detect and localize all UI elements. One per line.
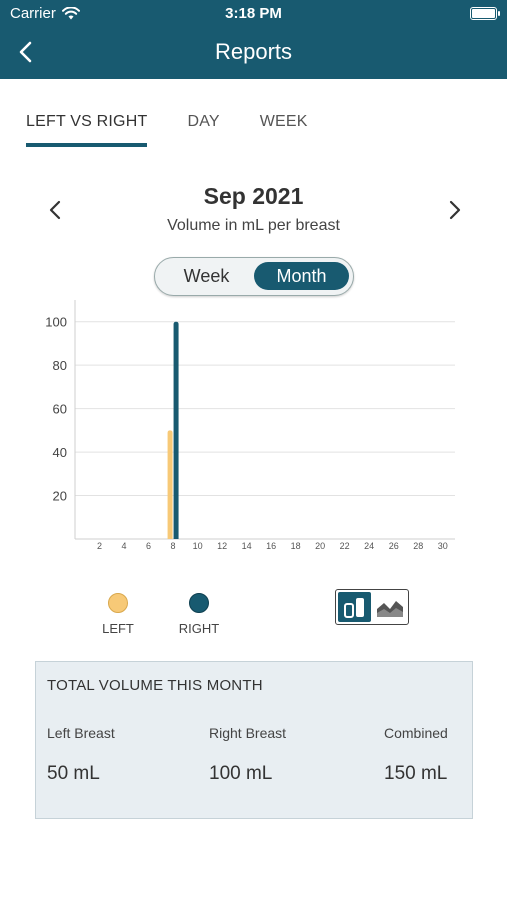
monthly-summary-card: TOTAL VOLUME THIS MONTH Left Breast 50 m… [35, 661, 473, 819]
x-tick-label: 2 [97, 541, 102, 551]
left-breast-value: 50 mL [47, 763, 100, 784]
right-breast-value: 100 mL [209, 763, 273, 784]
bar-right [173, 321, 179, 539]
combined-label: Combined [384, 725, 448, 741]
combined-total: Combined 150 mL [384, 725, 448, 785]
x-tick-label: 24 [364, 541, 374, 551]
x-tick-label: 22 [340, 541, 350, 551]
legend-right-label: RIGHT [178, 621, 220, 636]
nav-bar: Reports [0, 30, 507, 75]
x-tick-label: 14 [242, 541, 252, 551]
left-breast-total: Left Breast 50 mL [47, 725, 115, 785]
legend-left-label: LEFT [102, 621, 134, 636]
area-chart-option[interactable] [373, 592, 406, 622]
period-navigator: Sep 2021 Volume in mL per breast [0, 180, 507, 240]
legend-left: LEFT [93, 593, 143, 636]
next-month-button[interactable] [444, 197, 464, 223]
chart-type-toggle [335, 589, 409, 625]
y-tick-label: 40 [53, 445, 67, 460]
range-toggle: Week Month [154, 257, 354, 296]
legend-right: RIGHT [164, 593, 234, 636]
chevron-right-icon [449, 200, 461, 220]
volume-bar-chart: 204060801002 4 6 8 10 12 14 16 18 20 22 24 26 28 30 [45, 300, 455, 551]
y-tick-label: 60 [53, 402, 67, 417]
top-bar: Carrier 3:18 PM Reports [0, 0, 507, 79]
tab-left-vs-right[interactable]: LEFT VS RIGHT [26, 111, 148, 147]
area-chart-icon [376, 601, 403, 617]
status-bar: Carrier 3:18 PM [0, 0, 507, 28]
y-tick-label: 80 [53, 358, 67, 373]
status-time: 3:18 PM [225, 5, 282, 22]
right-breast-label: Right Breast [209, 725, 287, 741]
chart-subtitle: Volume in mL per breast [167, 217, 340, 234]
x-tick-label: 20 [315, 541, 325, 551]
x-tick-label: 18 [291, 541, 301, 551]
x-tick-label: 4 [122, 541, 127, 551]
right-breast-total: Right Breast 100 mL [209, 725, 286, 785]
report-tabs: LEFT VS RIGHT DAY WEEK [26, 111, 348, 151]
bar-chart-icon [343, 598, 364, 618]
x-tick-label: 6 [146, 541, 151, 551]
x-tick-label: 12 [217, 541, 227, 551]
right-swatch [189, 593, 209, 613]
x-tick-label: 16 [266, 541, 276, 551]
combined-value: 150 mL [384, 763, 448, 784]
bar-chart-option[interactable] [338, 592, 371, 622]
x-tick-label: 30 [438, 541, 448, 551]
battery-icon [470, 7, 500, 20]
month-option[interactable]: Month [254, 262, 349, 290]
bar-left [167, 430, 173, 539]
week-option[interactable]: Week [159, 262, 254, 290]
left-swatch [108, 593, 128, 613]
x-tick-label: 8 [171, 541, 176, 551]
chart-legend: LEFT RIGHT [0, 593, 507, 643]
x-tick-label: 26 [389, 541, 399, 551]
tab-week[interactable]: WEEK [260, 111, 308, 147]
tab-day[interactable]: DAY [187, 111, 219, 147]
summary-heading: TOTAL VOLUME THIS MONTH [47, 677, 263, 694]
x-tick-label: 28 [413, 541, 423, 551]
left-breast-label: Left Breast [47, 725, 115, 741]
x-tick-label: 10 [193, 541, 203, 551]
y-tick-label: 20 [53, 489, 67, 504]
y-tick-label: 100 [45, 315, 67, 330]
month-label: Sep 2021 [203, 183, 304, 209]
page-title: Reports [214, 39, 293, 64]
